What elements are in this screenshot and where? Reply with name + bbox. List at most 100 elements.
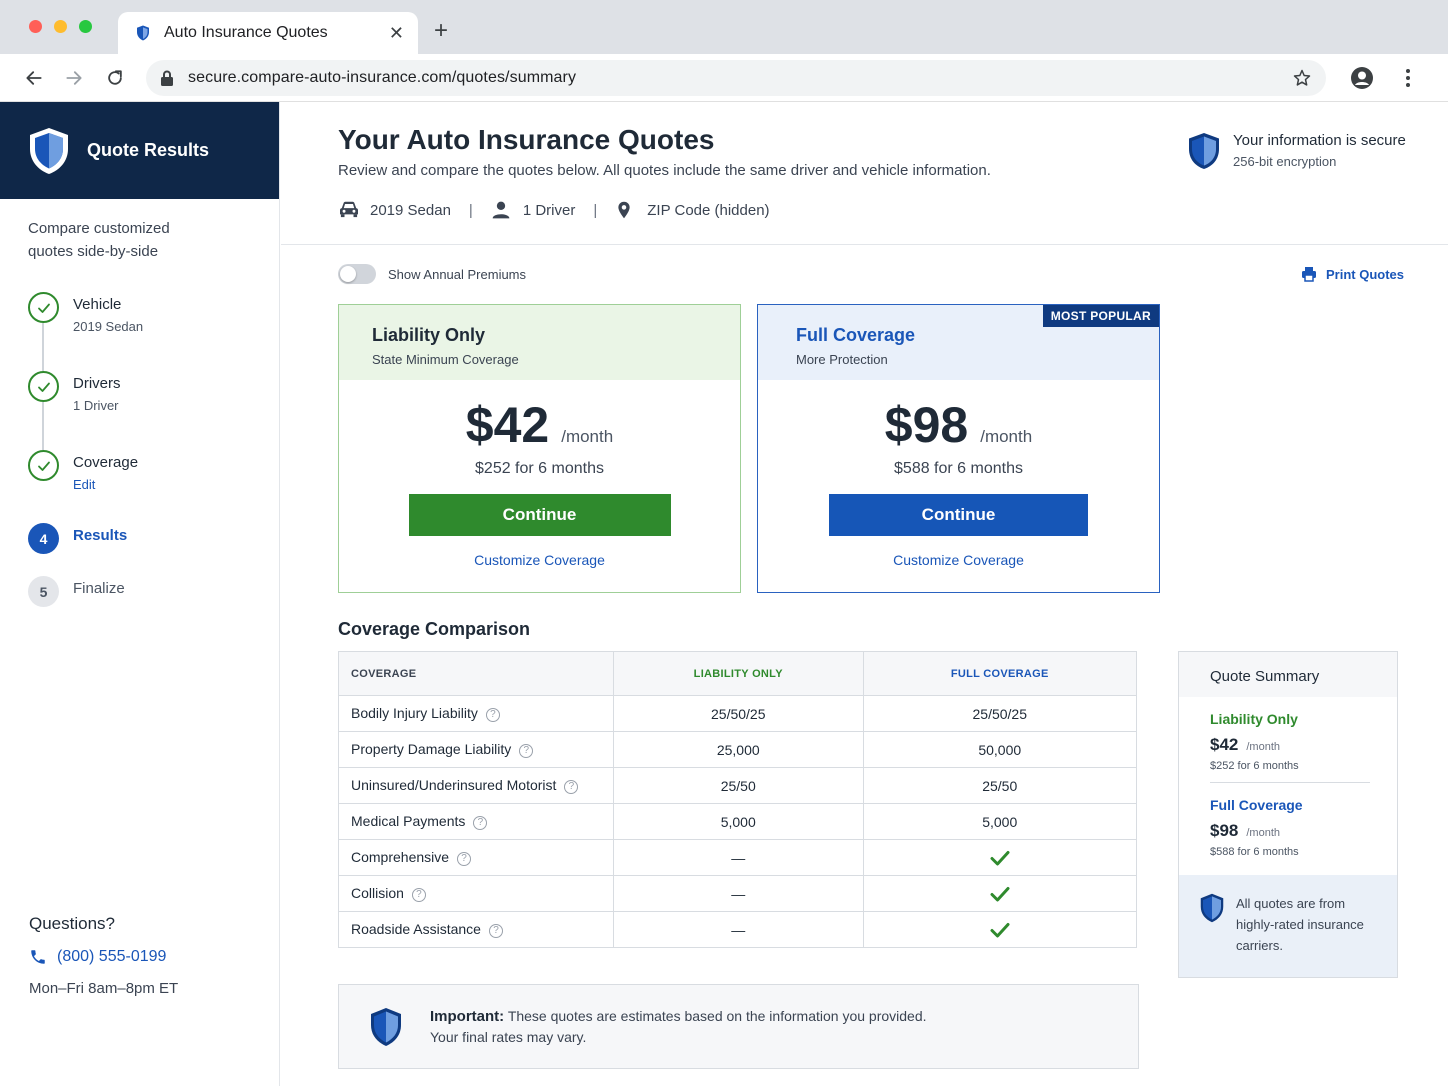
vehicle-summary: 2019 Sedan <box>370 201 451 219</box>
summary-period: /month <box>1246 741 1281 753</box>
profile-avatar-icon[interactable] <box>1350 66 1374 90</box>
column-header-liability: LIABILITY ONLY <box>613 651 864 696</box>
plan-price-period: /month <box>980 427 1033 446</box>
coverage-value-cell: 25/50/25 <box>862 695 1137 732</box>
check-circle-icon <box>28 450 59 481</box>
reload-icon[interactable] <box>101 64 129 92</box>
help-circle-icon[interactable]: ? <box>457 851 472 866</box>
step-label: Finalize <box>73 580 125 597</box>
window-minimize-button[interactable] <box>54 20 67 33</box>
coverage-value-cell: 25/50 <box>862 767 1137 804</box>
forward-arrow-icon[interactable] <box>60 64 88 92</box>
help-circle-icon[interactable]: ? <box>473 815 488 830</box>
step-coverage[interactable]: Coverage Edit <box>28 450 138 492</box>
summary-six-month: $252 for 6 months <box>1210 760 1299 772</box>
location-pin-icon <box>615 200 637 220</box>
security-badge: Your information is secure 256-bit encry… <box>1187 132 1406 170</box>
coverage-name: Bodily Injury Liability <box>351 705 478 722</box>
person-icon <box>491 200 513 220</box>
step-detail: 1 Driver <box>73 398 119 413</box>
car-icon <box>338 200 360 220</box>
annual-premiums-toggle[interactable]: Show Annual Premiums <box>338 264 526 284</box>
bookmark-star-icon[interactable] <box>1292 68 1312 88</box>
support-hours: Mon–Fri 8am–8pm ET <box>29 980 179 997</box>
step-results[interactable]: 4 Results <box>28 523 127 554</box>
step-finalize[interactable]: 5 Finalize <box>28 576 125 607</box>
table-row: Medical Payments? 5,000 5,000 <box>338 803 1137 840</box>
included-cell <box>862 875 1137 912</box>
window-close-button[interactable] <box>29 20 42 33</box>
summary-plan-name: Liability Only <box>1210 711 1298 727</box>
help-circle-icon[interactable]: ? <box>411 887 426 902</box>
help-circle-icon[interactable]: ? <box>485 707 500 722</box>
secure-title: Your information is secure <box>1233 132 1406 149</box>
notice-text: These quotes are estimates based on the … <box>507 1007 927 1024</box>
window-zoom-button[interactable] <box>79 20 92 33</box>
print-quotes-button[interactable]: Print Quotes <box>1301 266 1404 282</box>
coverage-value-cell: 5,000 <box>862 803 1137 840</box>
checkmark-icon <box>990 886 1010 902</box>
sidebar-title: Quote Results <box>87 140 210 160</box>
comparison-title: Coverage Comparison <box>338 619 531 639</box>
sidebar: Quote Results Compare customized quotes … <box>0 102 280 1086</box>
continue-full-coverage-button[interactable]: Continue <box>829 494 1088 536</box>
edit-coverage-link[interactable]: Edit <box>73 477 138 492</box>
phone-link[interactable]: (800) 555-0199 <box>29 948 178 966</box>
new-tab-icon[interactable]: + <box>434 17 448 45</box>
address-bar[interactable]: secure.compare-auto-insurance.com/quotes… <box>146 60 1326 96</box>
plan-price: $98 <box>884 397 969 453</box>
summary-period: /month <box>1246 827 1281 839</box>
step-number-badge: 4 <box>28 523 59 554</box>
coverage-name-cell: Property Damage Liability? <box>338 731 614 768</box>
shield-favicon-icon <box>134 24 152 42</box>
coverage-value-cell: — <box>613 875 864 912</box>
shield-icon <box>1187 132 1221 170</box>
table-row: Roadside Assistance? — <box>338 911 1137 948</box>
table-row: Uninsured/Underinsured Motorist? 25/50 25/… <box>338 767 1137 804</box>
step-drivers[interactable]: Drivers 1 Driver <box>28 371 121 413</box>
customize-coverage-link[interactable]: Customize Coverage <box>758 552 1159 568</box>
checkmark-icon <box>990 922 1010 938</box>
coverage-value-cell: 50,000 <box>862 731 1137 768</box>
column-header-full: FULL COVERAGE <box>862 651 1137 696</box>
help-circle-icon[interactable]: ? <box>564 779 579 794</box>
phone-number: (800) 555-0199 <box>57 948 167 965</box>
coverage-comparison-table: COVERAGE LIABILITY ONLY FULL COVERAGE Bo… <box>338 651 1137 948</box>
meta-separator: | <box>593 201 598 219</box>
step-detail: 2019 Sedan <box>73 319 144 334</box>
browser-menu-icon[interactable] <box>1400 66 1416 90</box>
help-circle-icon[interactable]: ? <box>519 743 534 758</box>
coverage-value-cell: 5,000 <box>613 803 864 840</box>
print-label: Print Quotes <box>1326 266 1405 282</box>
step-label: Drivers <box>73 375 121 392</box>
meta-separator: | <box>468 201 473 219</box>
included-cell <box>862 911 1137 948</box>
checkmark-icon <box>990 850 1010 866</box>
coverage-name-cell: Bodily Injury Liability? <box>338 695 614 732</box>
coverage-name-cell: Roadside Assistance? <box>338 911 614 948</box>
table-row: Property Damage Liability? 25,000 50,000 <box>338 731 1137 768</box>
step-vehicle[interactable]: Vehicle 2019 Sedan <box>28 292 143 334</box>
continue-liability-button[interactable]: Continue <box>408 494 671 536</box>
notice-text-2: Your final rates may vary. <box>430 1028 587 1045</box>
zip-summary: ZIP Code (hidden) <box>647 201 770 219</box>
table-row: Comprehensive? — <box>338 839 1137 876</box>
step-label: Results <box>73 527 128 544</box>
browser-tab[interactable]: Auto Insurance Quotes ✕ <box>118 12 418 54</box>
coverage-name: Property Damage Liability <box>351 741 512 758</box>
check-circle-icon <box>28 292 59 323</box>
page-header: Your Auto Insurance Quotes Review and co… <box>281 102 1448 245</box>
page-title: Your Auto Insurance Quotes <box>338 124 715 155</box>
customize-coverage-link[interactable]: Customize Coverage <box>339 552 740 568</box>
estimate-notice: Important: These quotes are estimates ba… <box>338 984 1139 1069</box>
coverage-name-cell: Collision? <box>338 875 614 912</box>
coverage-value-cell: 25/50/25 <box>613 695 864 732</box>
table-row: Collision? — <box>338 875 1137 912</box>
table-row: Bodily Injury Liability? 25/50/25 25/50/25 <box>338 695 1137 732</box>
toggle-switch[interactable] <box>338 264 376 284</box>
back-arrow-icon[interactable] <box>20 64 48 92</box>
help-circle-icon[interactable]: ? <box>488 923 503 938</box>
column-header-coverage: COVERAGE <box>338 651 614 696</box>
tab-close-icon[interactable]: ✕ <box>389 23 404 44</box>
help-title: Questions? <box>29 914 115 933</box>
